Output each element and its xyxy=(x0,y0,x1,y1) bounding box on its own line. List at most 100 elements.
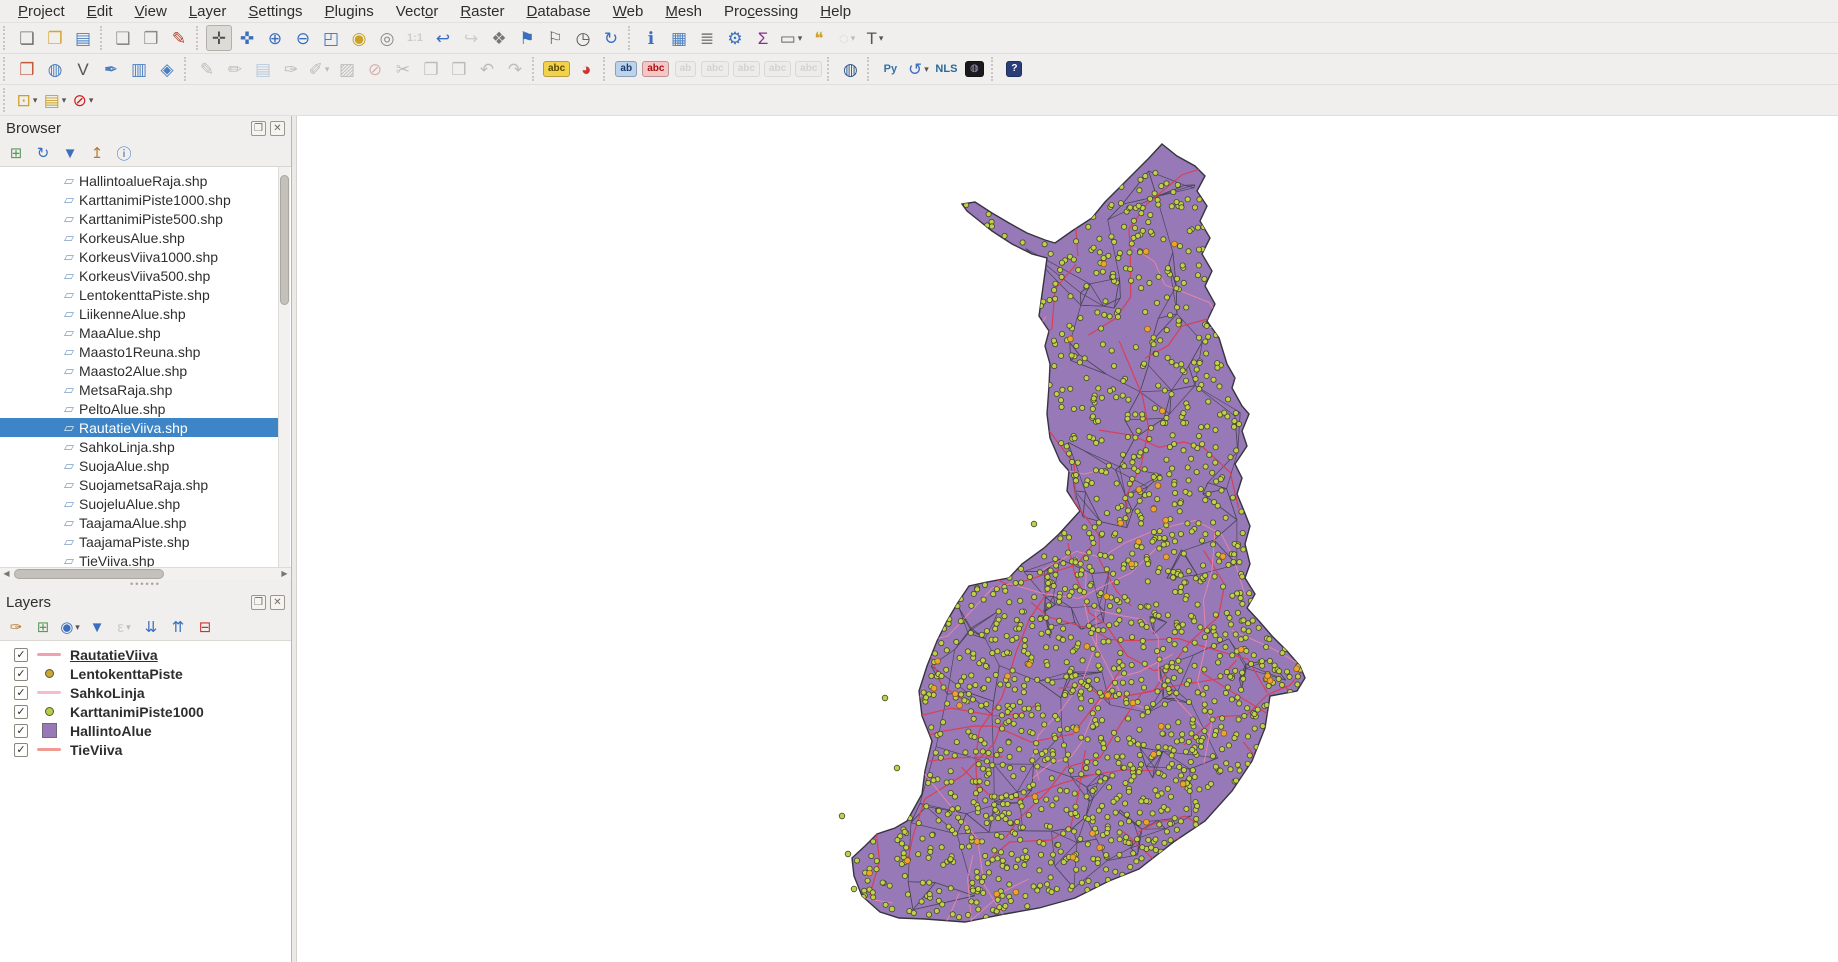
deselect-features-icon[interactable]: ⊘▾ xyxy=(70,87,96,113)
browser-item-korkeusalue[interactable]: ▱KorkeusAlue.shp xyxy=(0,228,278,247)
save-project-icon[interactable]: ▤ xyxy=(70,25,96,51)
refresh-browser-icon[interactable]: ↻ xyxy=(31,142,55,164)
layer-visibility-checkbox[interactable]: ✓ xyxy=(14,686,28,700)
menu-raster[interactable]: Raster xyxy=(450,1,514,22)
menu-web[interactable]: Web xyxy=(603,1,654,22)
pin-labels-icon[interactable]: ab xyxy=(613,56,639,82)
menu-database[interactable]: Database xyxy=(517,1,601,22)
zoom-to-layer-icon[interactable]: ◎ xyxy=(374,25,400,51)
add-group-icon[interactable]: ⊞ xyxy=(31,616,55,638)
filter-legend-icon[interactable]: ▼ xyxy=(85,616,109,638)
layer-diagram-options-icon[interactable]: ◕ xyxy=(573,56,599,82)
browser-item-suojaalue[interactable]: ▱SuojaAlue.shp xyxy=(0,456,278,475)
dropdown-arrow-icon[interactable]: ▾ xyxy=(924,64,929,75)
layer-labeling-options-icon[interactable]: abc xyxy=(542,56,571,82)
filter-by-expression-icon[interactable]: ε▾ xyxy=(112,616,136,638)
open-attribute-table-icon[interactable]: ▦ xyxy=(666,25,692,51)
zoom-out-icon[interactable]: ⊖ xyxy=(290,25,316,51)
save-layer-edits-icon[interactable]: ▤ xyxy=(250,56,276,82)
move-label-icon[interactable]: ab xyxy=(672,56,698,82)
properties-widget-icon[interactable]: ⓘ xyxy=(112,142,136,164)
new-gpx-layer-icon[interactable]: ▥ xyxy=(126,56,152,82)
dropdown-arrow-icon[interactable]: ▾ xyxy=(75,622,80,633)
browser-item-maasto1reuna[interactable]: ▱Maasto1Reuna.shp xyxy=(0,342,278,361)
map-canvas[interactable] xyxy=(297,116,1838,962)
menu-edit[interactable]: Edit xyxy=(77,1,123,22)
layer-row-lentokenttapiste[interactable]: ✓LentokenttaPiste xyxy=(0,664,291,683)
menu-settings[interactable]: Settings xyxy=(238,1,312,22)
open-project-icon[interactable]: ❐ xyxy=(42,25,68,51)
dropdown-arrow-icon[interactable]: ▾ xyxy=(62,95,67,106)
zoom-native-resolution-icon[interactable]: 1:1 xyxy=(402,25,428,51)
show-hide-labels-icon[interactable]: abc xyxy=(763,56,792,82)
browser-item-lentokenttapiste[interactable]: ▱LentokenttaPiste.shp xyxy=(0,285,278,304)
new-shapefile-layer-icon[interactable]: V xyxy=(70,56,96,82)
layer-visibility-checkbox[interactable]: ✓ xyxy=(14,667,28,681)
processing-toolbox-icon[interactable]: ⚙ xyxy=(722,25,748,51)
layer-visibility-checkbox[interactable]: ✓ xyxy=(14,705,28,719)
open-layer-styling-icon[interactable]: ✑ xyxy=(4,616,28,638)
remove-layer-icon[interactable]: ⊟ xyxy=(193,616,217,638)
browser-item-suojelualue[interactable]: ▱SuojeluAlue.shp xyxy=(0,494,278,513)
browser-item-taajamaalue[interactable]: ▱TaajamaAlue.shp xyxy=(0,513,278,532)
hscroll-left-arrow[interactable]: ◀ xyxy=(0,568,13,580)
dropdown-arrow-icon[interactable]: ▾ xyxy=(126,622,131,633)
collapse-all-icon[interactable]: ↥ xyxy=(85,142,109,164)
menu-mesh[interactable]: Mesh xyxy=(655,1,712,22)
change-label-icon[interactable]: abc xyxy=(732,56,761,82)
zoom-full-extent-icon[interactable]: ◰ xyxy=(318,25,344,51)
copy-features-icon[interactable]: ❐ xyxy=(418,56,444,82)
browser-item-korkeusviiva500[interactable]: ▱KorkeusViiva500.shp xyxy=(0,266,278,285)
digitize-with-segment-icon[interactable]: ✑ xyxy=(278,56,304,82)
current-edits-icon[interactable]: ✎ xyxy=(194,56,220,82)
plugin-curved-arrow-icon[interactable]: ↺▾ xyxy=(905,56,931,82)
dock-splitter-handle[interactable]: •••••• xyxy=(0,580,291,590)
browser-item-metsaraja[interactable]: ▱MetsaRaja.shp xyxy=(0,380,278,399)
new-spatial-bookmark-icon[interactable]: ⚑ xyxy=(514,25,540,51)
layer-row-tieviiva[interactable]: ✓TieViiva xyxy=(0,740,291,759)
show-spatial-bookmarks-icon[interactable]: ⚐ xyxy=(542,25,568,51)
map-tips-icon[interactable]: ❝ xyxy=(806,25,832,51)
menu-vector[interactable]: Vector xyxy=(386,1,449,22)
undo-icon[interactable]: ↶ xyxy=(474,56,500,82)
menu-help[interactable]: Help xyxy=(810,1,861,22)
dropdown-arrow-icon[interactable]: ▾ xyxy=(89,95,94,106)
measure-line-icon[interactable]: ▭▾ xyxy=(778,25,804,51)
pan-map-icon[interactable]: ✛ xyxy=(206,25,232,51)
menu-layer[interactable]: Layer xyxy=(179,1,237,22)
dropdown-arrow-icon[interactable]: ▾ xyxy=(879,33,884,44)
dropdown-arrow-icon[interactable]: ▾ xyxy=(325,64,330,75)
add-selected-layers-icon[interactable]: ⊞ xyxy=(4,142,28,164)
filter-browser-icon[interactable]: ▼ xyxy=(58,142,82,164)
refresh-map-icon[interactable]: ↻ xyxy=(598,25,624,51)
delete-selected-icon[interactable]: ⊘ xyxy=(362,56,388,82)
highlight-labels-icon[interactable]: abc xyxy=(641,56,670,82)
redo-icon[interactable]: ↷ xyxy=(502,56,528,82)
python-console-icon[interactable]: Py xyxy=(877,56,903,82)
browser-item-rautatieviiva[interactable]: ▱RautatieViiva.shp xyxy=(0,418,278,437)
browser-vscroll-thumb[interactable] xyxy=(280,175,289,305)
annotation-icon[interactable]: ◌▾ xyxy=(834,25,860,51)
collapse-all-layers-icon[interactable]: ⇈ xyxy=(166,616,190,638)
menu-view[interactable]: View xyxy=(125,1,177,22)
layer-visibility-checkbox[interactable]: ✓ xyxy=(14,724,28,738)
dropdown-arrow-icon[interactable]: ▾ xyxy=(851,33,856,44)
curved-label-icon[interactable]: abc xyxy=(794,56,823,82)
help-contents-icon[interactable]: ? xyxy=(1001,56,1027,82)
open-data-source-manager-icon[interactable]: ❒ xyxy=(14,56,40,82)
zoom-in-icon[interactable]: ⊕ xyxy=(262,25,288,51)
statistical-summary-icon[interactable]: ≣ xyxy=(694,25,720,51)
vertex-tool-icon[interactable]: ✐▾ xyxy=(306,56,332,82)
new-annotation-layer-icon[interactable]: ✒ xyxy=(98,56,124,82)
browser-float-button[interactable]: ❐ xyxy=(251,121,266,136)
new-print-layout-icon[interactable]: ❑ xyxy=(110,25,136,51)
layer-row-sahkolinja[interactable]: ✓SahkoLinja xyxy=(0,683,291,702)
modify-attributes-icon[interactable]: ▨ xyxy=(334,56,360,82)
browser-item-liikennealue[interactable]: ▱LiikenneAlue.shp xyxy=(0,304,278,323)
browser-item-hallintoalueraja[interactable]: ▱HallintoalueRaja.shp xyxy=(0,171,278,190)
browser-item-korkeusviiva1000[interactable]: ▱KorkeusViiva1000.shp xyxy=(0,247,278,266)
globe-plugin-icon[interactable]: ◍ xyxy=(961,56,987,82)
temporal-controller-icon[interactable]: ◷ xyxy=(570,25,596,51)
new-project-icon[interactable]: ❏ xyxy=(14,25,40,51)
browser-item-taajamapiste[interactable]: ▱TaajamaPiste.shp xyxy=(0,532,278,551)
